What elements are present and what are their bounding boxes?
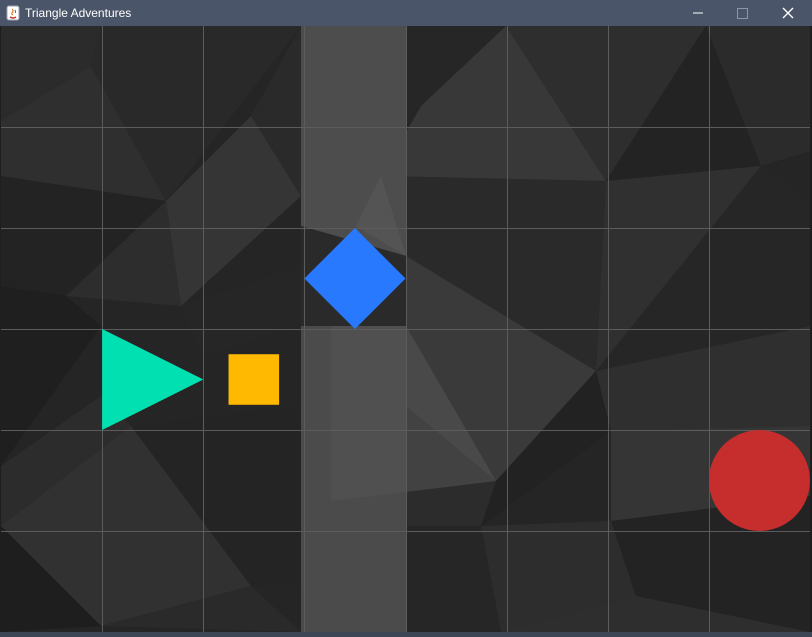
maximize-icon bbox=[737, 8, 748, 19]
window-bottom-border bbox=[0, 632, 812, 637]
minimize-button[interactable] bbox=[676, 0, 720, 26]
game-window: Triangle Adventures bbox=[0, 0, 812, 637]
minimize-icon bbox=[693, 12, 703, 14]
title-bar[interactable]: Triangle Adventures bbox=[0, 0, 812, 26]
game-board[interactable] bbox=[1, 26, 810, 632]
window-title: Triangle Adventures bbox=[25, 6, 132, 20]
close-button[interactable] bbox=[766, 0, 810, 26]
red-circle[interactable] bbox=[708, 430, 810, 531]
close-icon bbox=[782, 7, 794, 19]
maximize-button[interactable] bbox=[720, 0, 764, 26]
java-app-icon bbox=[6, 5, 20, 21]
coin-square[interactable] bbox=[228, 354, 280, 405]
low-poly-background bbox=[1, 26, 810, 632]
